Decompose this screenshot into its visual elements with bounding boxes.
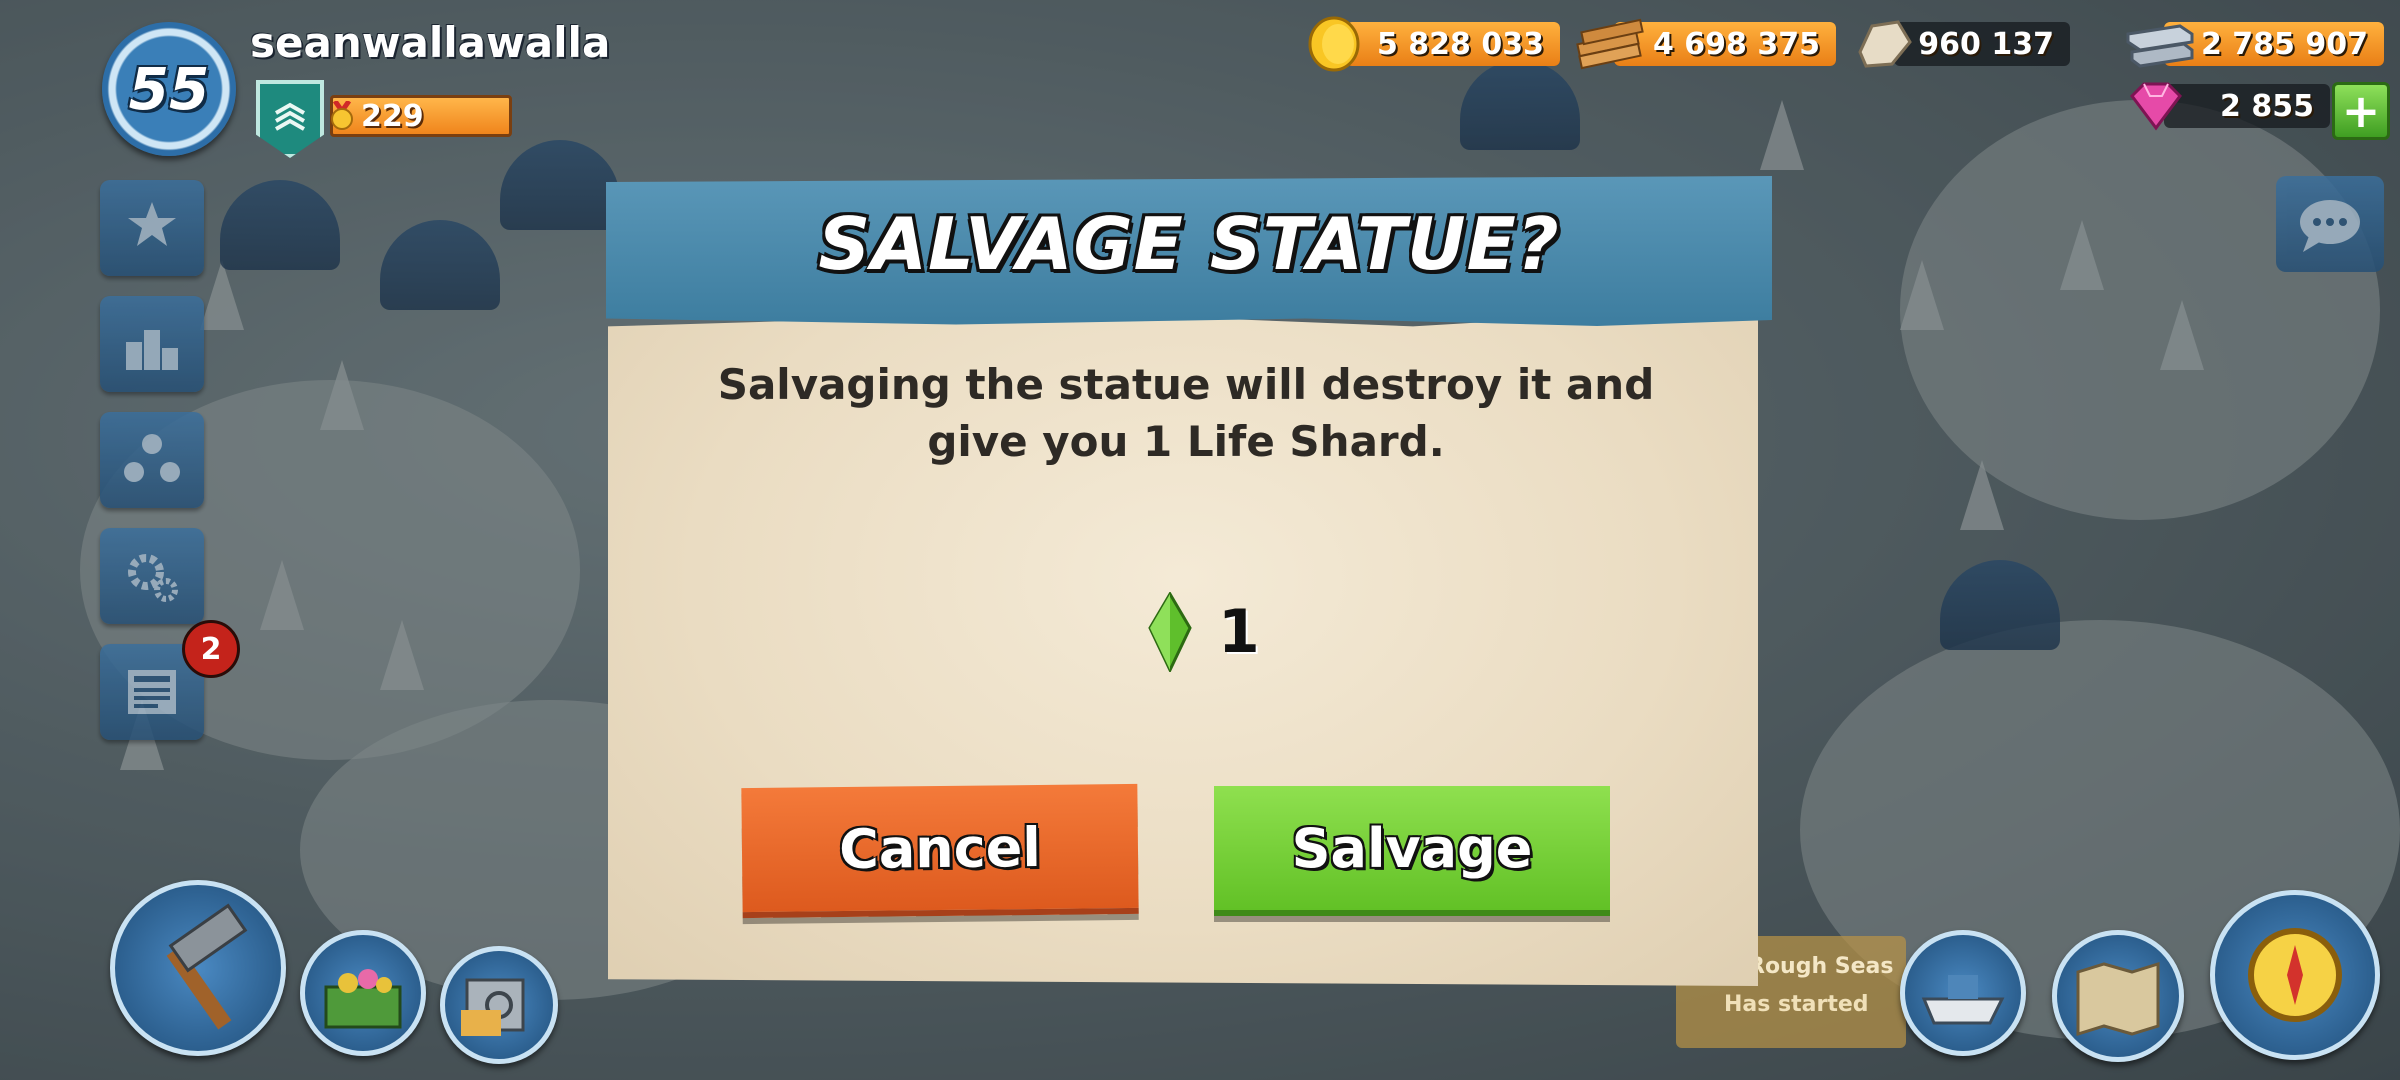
rankings-button[interactable] — [100, 296, 204, 392]
medal-icon — [331, 101, 353, 130]
salvage-dialog: SALVAGE STATUE? Salvaging the statue wil… — [606, 176, 1772, 992]
news-notification-badge: 2 — [182, 620, 240, 678]
treasure-button[interactable] — [300, 930, 426, 1056]
leaderboard-stars-button[interactable] — [100, 180, 204, 276]
reward-display: 1 — [1146, 592, 1260, 672]
podium-icon — [126, 330, 178, 370]
event-status: Has started — [1724, 992, 1869, 1017]
gold-counter: 5 828 033 — [1346, 22, 1560, 66]
wood-counter: 4 698 375 — [1614, 22, 1836, 66]
gold-coin-icon — [1308, 16, 1360, 72]
diamond-icon — [2130, 82, 2182, 131]
diamond-value: 2 855 — [2220, 88, 2314, 124]
map-icon — [2076, 961, 2160, 1036]
stone-icon — [1858, 20, 1912, 68]
victory-points-value: 229 — [361, 98, 424, 134]
victory-points-bar: 229 — [330, 95, 512, 137]
compass-button[interactable] — [2210, 890, 2380, 1060]
treasure-chest-icon — [324, 969, 402, 1029]
buy-diamonds-button[interactable]: + — [2332, 82, 2390, 140]
iron-counter: 2 785 907 — [2164, 22, 2384, 66]
boat-icon — [1921, 975, 2005, 1025]
player-level-badge[interactable]: 55 — [102, 22, 236, 156]
stone-value: 960 137 — [1918, 26, 2054, 62]
life-shard-icon — [1148, 592, 1192, 672]
chat-icon — [2300, 200, 2360, 252]
settings-button[interactable] — [100, 528, 204, 624]
wood-value: 4 698 375 — [1652, 26, 1820, 62]
compass-icon — [2248, 928, 2342, 1022]
cancel-button[interactable]: Cancel — [741, 783, 1139, 919]
newspaper-icon — [128, 670, 176, 714]
build-button[interactable] — [110, 880, 286, 1056]
stars-icon — [128, 202, 176, 246]
stone-counter: 960 137 — [1894, 22, 2070, 66]
team-icon — [124, 434, 180, 482]
boat-button[interactable] — [1900, 930, 2026, 1056]
hammer-icon — [166, 903, 248, 1030]
gold-value: 5 828 033 — [1376, 26, 1544, 62]
dialog-message-line1: Salvaging the statue will destroy it and — [717, 360, 1655, 409]
vault-icon — [461, 978, 525, 1036]
dialog-message: Salvaging the statue will destroy it and… — [686, 356, 1686, 470]
salvage-button[interactable]: Salvage — [1214, 786, 1610, 916]
reward-amount: 1 — [1218, 597, 1260, 667]
task-force-button[interactable] — [100, 412, 204, 508]
dialog-title: SALVAGE STATUE? — [818, 202, 1560, 286]
map-button[interactable] — [2052, 930, 2184, 1062]
iron-icon — [2126, 24, 2194, 68]
chat-button[interactable] — [2276, 176, 2384, 272]
wood-icon — [1576, 18, 1644, 70]
player-username: seanwallawalla — [250, 18, 611, 67]
gear-icon — [128, 554, 178, 602]
player-level: 55 — [128, 55, 210, 123]
vault-button[interactable] — [440, 946, 558, 1064]
iron-value: 2 785 907 — [2200, 26, 2368, 62]
dialog-message-line2: give you 1 Life Shard. — [927, 417, 1445, 466]
diamond-counter: 2 855 — [2164, 84, 2330, 128]
